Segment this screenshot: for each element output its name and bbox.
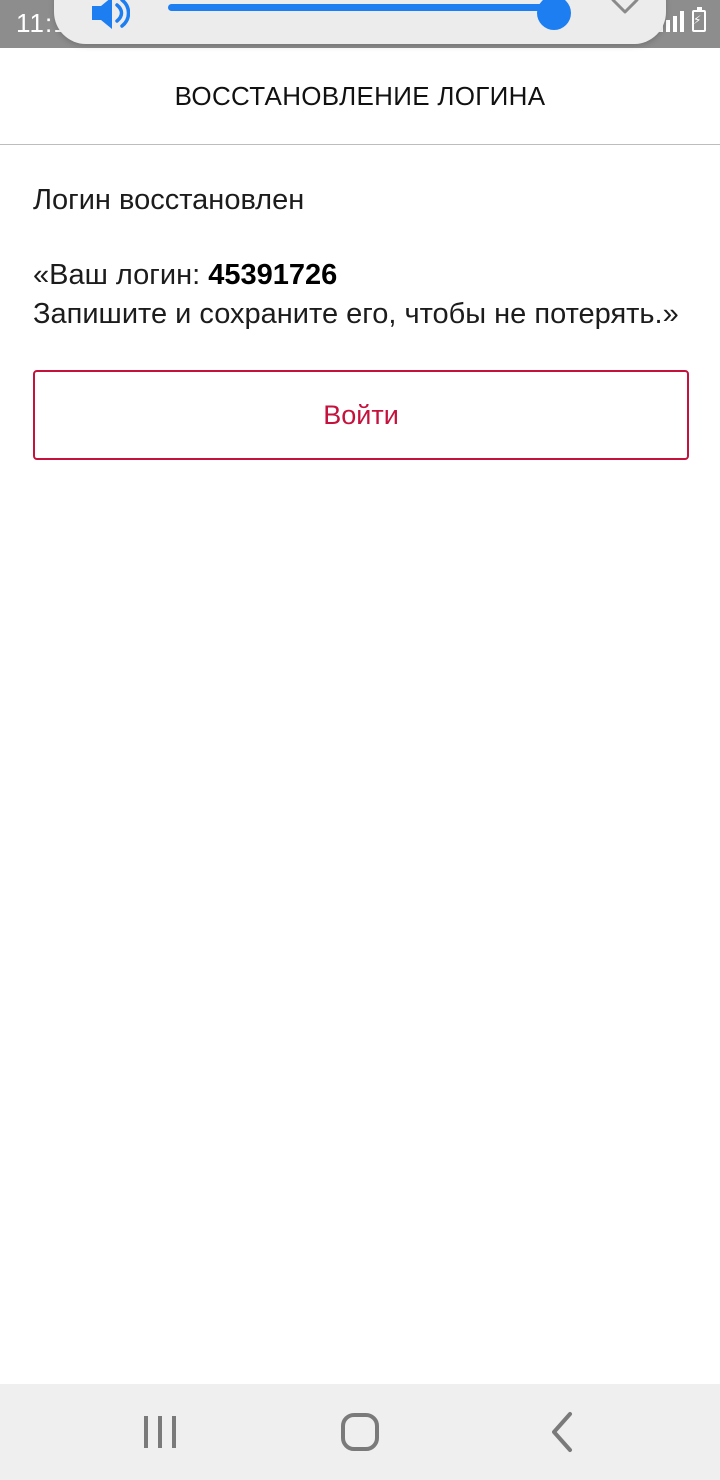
- volume-slider-fill: [168, 4, 560, 11]
- login-info-suffix: Запишите и сохраните его, чтобы не потер…: [33, 298, 679, 330]
- screen: 11:19 4G: [0, 0, 720, 1480]
- main-content: Логин восстановлен «Ваш логин: 45391726 …: [33, 180, 689, 460]
- back-icon[interactable]: [538, 1408, 586, 1456]
- chevron-down-icon[interactable]: [610, 0, 640, 18]
- login-info-prefix: «Ваш логин:: [33, 259, 209, 291]
- home-icon[interactable]: [336, 1408, 384, 1456]
- page-title: ВОССТАНОВЛЕНИЕ ЛОГИНА: [174, 80, 546, 111]
- login-value: 45391726: [208, 259, 338, 291]
- volume-panel: [54, 0, 666, 44]
- status-message: Логин восстановлен: [33, 184, 305, 216]
- volume-slider[interactable]: [168, 4, 560, 11]
- speaker-icon[interactable]: [88, 0, 131, 34]
- volume-slider-thumb[interactable]: [537, 0, 571, 30]
- battery-charging-icon: [692, 7, 706, 32]
- navigation-bar: [0, 1384, 720, 1480]
- login-info-message: «Ваш логин: 45391726 Запишите и сохранит…: [33, 256, 688, 334]
- recents-icon[interactable]: [136, 1408, 184, 1456]
- page-header: ВОССТАНОВЛЕНИЕ ЛОГИНА: [0, 48, 720, 145]
- login-button[interactable]: Войти: [33, 370, 689, 460]
